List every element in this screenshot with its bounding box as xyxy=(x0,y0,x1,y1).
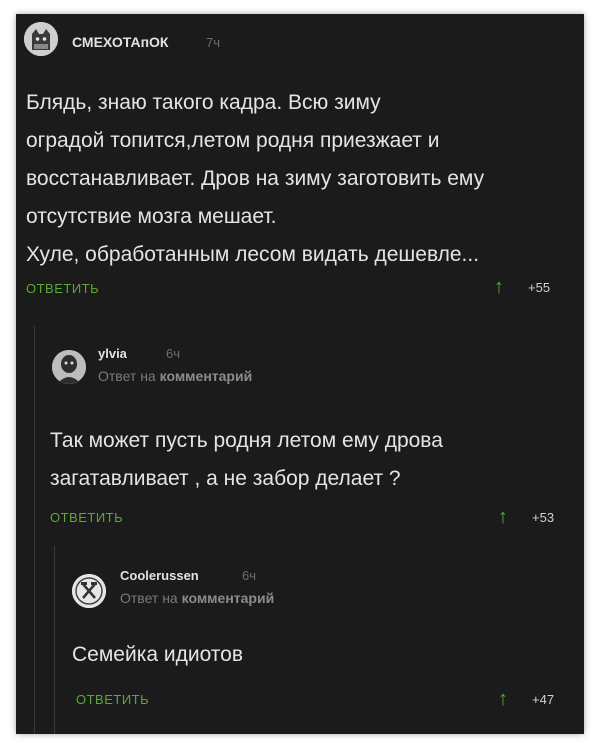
comment-body: Так может пусть родня летом ему дрова за… xyxy=(50,422,570,498)
rating: ↑ +47 xyxy=(498,688,554,711)
reply-to-label: Ответ на комментарий xyxy=(98,368,252,384)
timestamp: 6ч xyxy=(242,568,257,583)
comment-line: отсутствие мозга мешает. xyxy=(26,205,277,228)
avatar[interactable] xyxy=(24,22,58,56)
comment-line: оградой топится,летом родня приезжает и xyxy=(26,129,440,152)
reply-button[interactable]: ОТВЕТИТЬ xyxy=(50,510,123,525)
thread-line xyxy=(34,326,35,734)
username[interactable]: Coolerussen xyxy=(120,568,199,583)
comment-line: Хуле, обработанным лесом видать дешевле.… xyxy=(26,243,480,266)
up-arrow-icon[interactable]: ↑ xyxy=(494,276,504,299)
username[interactable]: СМЕХОТАпОК xyxy=(72,34,168,50)
up-arrow-icon[interactable]: ↑ xyxy=(498,688,508,711)
reply-to-prefix: Ответ на xyxy=(120,590,178,606)
cat-avatar-icon xyxy=(24,22,58,56)
comment-line: Так может пусть родня летом ему дрова xyxy=(50,429,443,452)
masked-figure-avatar-icon xyxy=(52,350,86,384)
score: +55 xyxy=(528,280,551,295)
reply-button[interactable]: ОТВЕТИТЬ xyxy=(76,692,149,707)
reply-to-link[interactable]: комментарий xyxy=(160,368,253,384)
comment-line: восстанавливает. Дров на зиму заготовить… xyxy=(26,167,485,190)
comment-line: Семейка идиотов xyxy=(72,643,244,666)
score: +47 xyxy=(532,692,555,707)
timestamp: 6ч xyxy=(166,346,181,361)
reply-button[interactable]: ОТВЕТИТЬ xyxy=(26,281,99,296)
reply-to-label: Ответ на комментарий xyxy=(120,590,274,606)
reply-to-prefix: Ответ на xyxy=(98,368,156,384)
score: +53 xyxy=(532,510,555,525)
comment-body: Семейка идиотов xyxy=(72,636,572,674)
avatar[interactable] xyxy=(72,574,106,608)
comment-line: загатавливает , а не забор делает ? xyxy=(50,467,401,490)
comment-body: Блядь, знаю такого кадра. Всю зиму оград… xyxy=(26,84,576,274)
rating: ↑ +55 xyxy=(494,276,550,299)
rating: ↑ +53 xyxy=(498,506,554,529)
hammer-pick-emblem-avatar-icon xyxy=(72,574,106,608)
reply-to-link[interactable]: комментарий xyxy=(182,590,275,606)
comment-thread: СМЕХОТАпОК 7ч Блядь, знаю такого кадра. … xyxy=(16,14,584,734)
timestamp: 7ч xyxy=(206,35,221,50)
comment-line: Блядь, знаю такого кадра. Всю зиму xyxy=(26,91,381,114)
up-arrow-icon[interactable]: ↑ xyxy=(498,506,508,529)
thread-line xyxy=(54,546,55,734)
avatar[interactable] xyxy=(52,350,86,384)
username[interactable]: ylvia xyxy=(98,346,127,361)
